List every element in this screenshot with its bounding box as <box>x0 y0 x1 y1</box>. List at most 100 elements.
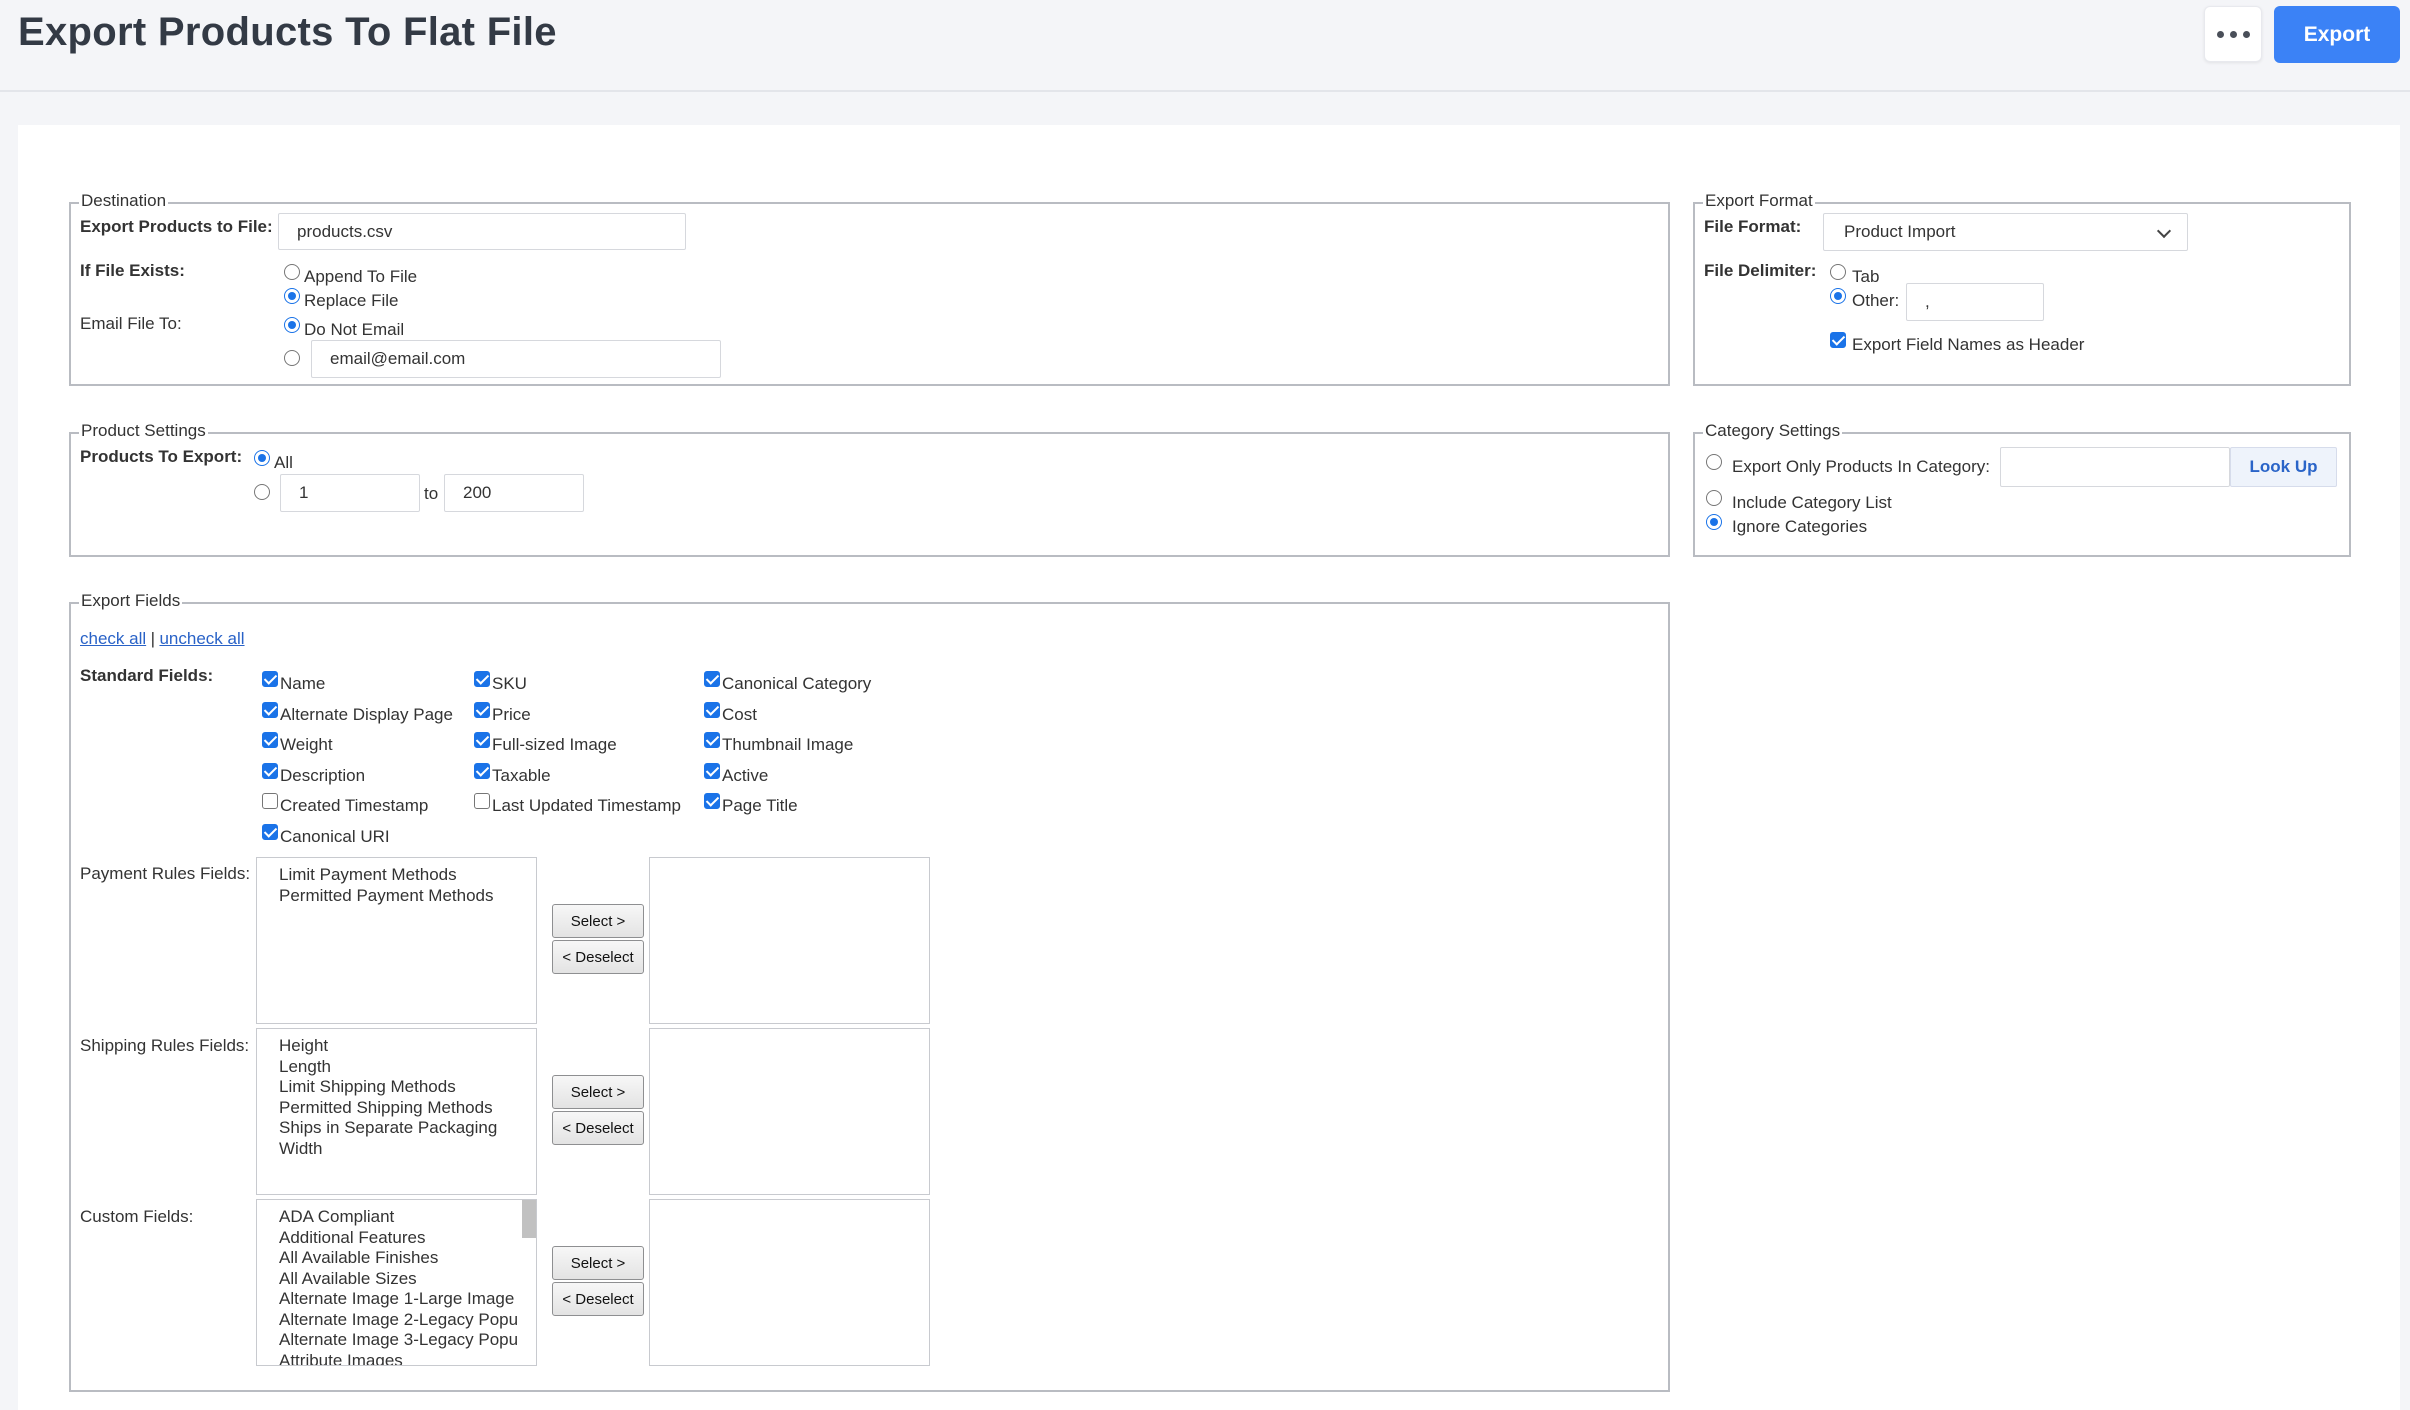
shipping-selected-list[interactable] <box>649 1028 930 1195</box>
shipping-rules-label: Shipping Rules Fields: <box>80 1036 250 1055</box>
check-all-link[interactable]: check all <box>80 629 146 648</box>
chevron-down-icon <box>2156 223 2172 239</box>
custom-list-scrollbar[interactable] <box>522 1200 536 1238</box>
list-option[interactable]: All Available Finishes <box>279 1248 536 1269</box>
field-label-page-title: Page Title <box>722 796 798 816</box>
email-to-radio[interactable] <box>284 350 300 366</box>
list-option[interactable]: Width <box>279 1139 536 1160</box>
export-button[interactable]: Export <box>2274 6 2400 63</box>
shipping-select-button[interactable]: Select > <box>552 1075 644 1109</box>
product-settings-fieldset: Product Settings Products To Export: All… <box>69 421 1670 557</box>
export-all-radio[interactable] <box>254 450 270 466</box>
check-links: check all | uncheck all <box>80 629 245 649</box>
field-checkbox-taxable[interactable] <box>474 762 490 779</box>
range-to-input[interactable]: 200 <box>444 474 584 512</box>
field-label-full-sized-image: Full-sized Image <box>492 735 617 755</box>
replace-file-label: Replace File <box>304 291 399 310</box>
file-format-label: File Format: <box>1704 217 1802 236</box>
append-to-file-label: Append To File <box>304 267 418 286</box>
list-option[interactable]: Limit Payment Methods <box>279 865 536 886</box>
field-checkbox-description[interactable] <box>262 762 278 779</box>
field-checkbox-page-title[interactable] <box>704 793 720 810</box>
field-checkbox-alternate-display-page[interactable] <box>262 701 278 718</box>
field-checkbox-thumbnail-image[interactable] <box>704 732 720 749</box>
field-names-header-label: Export Field Names as Header <box>1852 335 2085 354</box>
destination-legend: Destination <box>79 191 169 211</box>
field-names-header-checkbox[interactable] <box>1830 332 1846 348</box>
other-delimiter-label: Other: <box>1852 291 1900 310</box>
field-label-weight: Weight <box>280 735 333 755</box>
email-address-input[interactable]: email@email.com <box>311 340 721 378</box>
custom-available-list[interactable]: ADA Compliant Additional Features All Av… <box>256 1199 537 1366</box>
field-label-price: Price <box>492 704 531 724</box>
range-to-label: to <box>424 484 439 503</box>
shipping-available-list[interactable]: Height Length Limit Shipping Methods Per… <box>256 1028 537 1195</box>
ignore-categories-radio[interactable] <box>1706 514 1722 530</box>
category-settings-legend: Category Settings <box>1703 421 1843 441</box>
only-in-category-label: Export Only Products In Category: <box>1732 457 1990 476</box>
file-delimiter-label: File Delimiter: <box>1704 261 1817 280</box>
field-checkbox-last-updated-timestamp[interactable] <box>474 793 490 810</box>
file-format-select[interactable]: Product Import <box>1823 213 2188 251</box>
field-label-cost: Cost <box>722 704 757 724</box>
export-file-input[interactable]: products.csv <box>278 213 686 250</box>
uncheck-all-link[interactable]: uncheck all <box>159 629 244 648</box>
range-from-input[interactable]: 1 <box>280 474 420 512</box>
payment-select-button[interactable]: Select > <box>552 904 644 938</box>
other-delimiter-input[interactable]: , <box>1906 283 2044 321</box>
field-checkbox-sku[interactable] <box>474 671 490 687</box>
more-options-button[interactable] <box>2204 6 2262 62</box>
list-option[interactable]: Alternate Image 3-Legacy Popu <box>279 1330 536 1351</box>
tab-delimiter-radio[interactable] <box>1830 264 1846 280</box>
payment-deselect-button[interactable]: < Deselect <box>552 940 644 974</box>
field-checkbox-weight[interactable] <box>262 732 278 749</box>
field-label-canonical-uri: Canonical URI <box>280 827 390 846</box>
list-option[interactable]: Limit Shipping Methods <box>279 1077 536 1098</box>
email-file-to-label: Email File To: <box>80 314 182 333</box>
list-option[interactable]: Ships in Separate Packaging <box>279 1118 536 1139</box>
product-settings-legend: Product Settings <box>79 421 208 441</box>
custom-select-button[interactable]: Select > <box>552 1246 644 1280</box>
custom-fields-label: Custom Fields: <box>80 1207 194 1226</box>
field-checkbox-price[interactable] <box>474 701 490 718</box>
custom-deselect-button[interactable]: < Deselect <box>552 1282 644 1316</box>
list-option[interactable]: Permitted Payment Methods <box>279 886 536 907</box>
payment-rules-label: Payment Rules Fields: <box>80 864 251 883</box>
other-delimiter-radio[interactable] <box>1830 288 1846 304</box>
export-file-label: Export Products to File: <box>80 217 273 236</box>
look-up-button[interactable]: Look Up <box>2230 447 2337 487</box>
field-checkbox-created-timestamp[interactable] <box>262 793 278 810</box>
include-category-list-radio[interactable] <box>1706 490 1722 506</box>
append-to-file-radio[interactable] <box>284 264 300 280</box>
list-option[interactable]: Height <box>279 1036 536 1057</box>
list-option[interactable]: All Available Sizes <box>279 1269 536 1290</box>
export-all-label: All <box>274 453 293 472</box>
field-label-alternate-display-page: Alternate Display Page <box>280 704 453 724</box>
only-in-category-radio[interactable] <box>1706 454 1722 470</box>
export-format-fieldset: Export Format File Format: Product Impor… <box>1693 191 2351 386</box>
payment-available-list[interactable]: Limit Payment Methods Permitted Payment … <box>256 857 537 1024</box>
export-range-radio[interactable] <box>254 484 270 500</box>
link-separator: | <box>150 629 156 648</box>
list-option[interactable]: Permitted Shipping Methods <box>279 1098 536 1119</box>
list-option[interactable]: Length <box>279 1057 536 1078</box>
list-option[interactable]: Additional Features <box>279 1228 536 1249</box>
list-option[interactable]: Alternate Image 1-Large Image <box>279 1289 536 1310</box>
list-option[interactable]: ADA Compliant <box>279 1207 536 1228</box>
do-not-email-radio[interactable] <box>284 317 300 333</box>
field-checkbox-full-sized-image[interactable] <box>474 732 490 749</box>
shipping-deselect-button[interactable]: < Deselect <box>552 1111 644 1145</box>
replace-file-radio[interactable] <box>284 288 300 304</box>
field-checkbox-canonical-category[interactable] <box>704 671 720 687</box>
field-checkbox-cost[interactable] <box>704 701 720 718</box>
list-option[interactable]: Alternate Image 2-Legacy Popu <box>279 1310 536 1331</box>
payment-selected-list[interactable] <box>649 857 930 1024</box>
list-option[interactable]: Attribute Images <box>279 1351 536 1366</box>
field-checkbox-active[interactable] <box>704 762 720 779</box>
field-label-active: Active <box>722 765 769 785</box>
custom-selected-list[interactable] <box>649 1199 930 1366</box>
field-checkbox-name[interactable] <box>262 671 278 687</box>
field-checkbox-canonical-uri[interactable] <box>262 824 278 840</box>
export-fields-fieldset: Export Fields check all | uncheck all St… <box>69 591 1670 1392</box>
category-input[interactable] <box>2000 447 2230 487</box>
